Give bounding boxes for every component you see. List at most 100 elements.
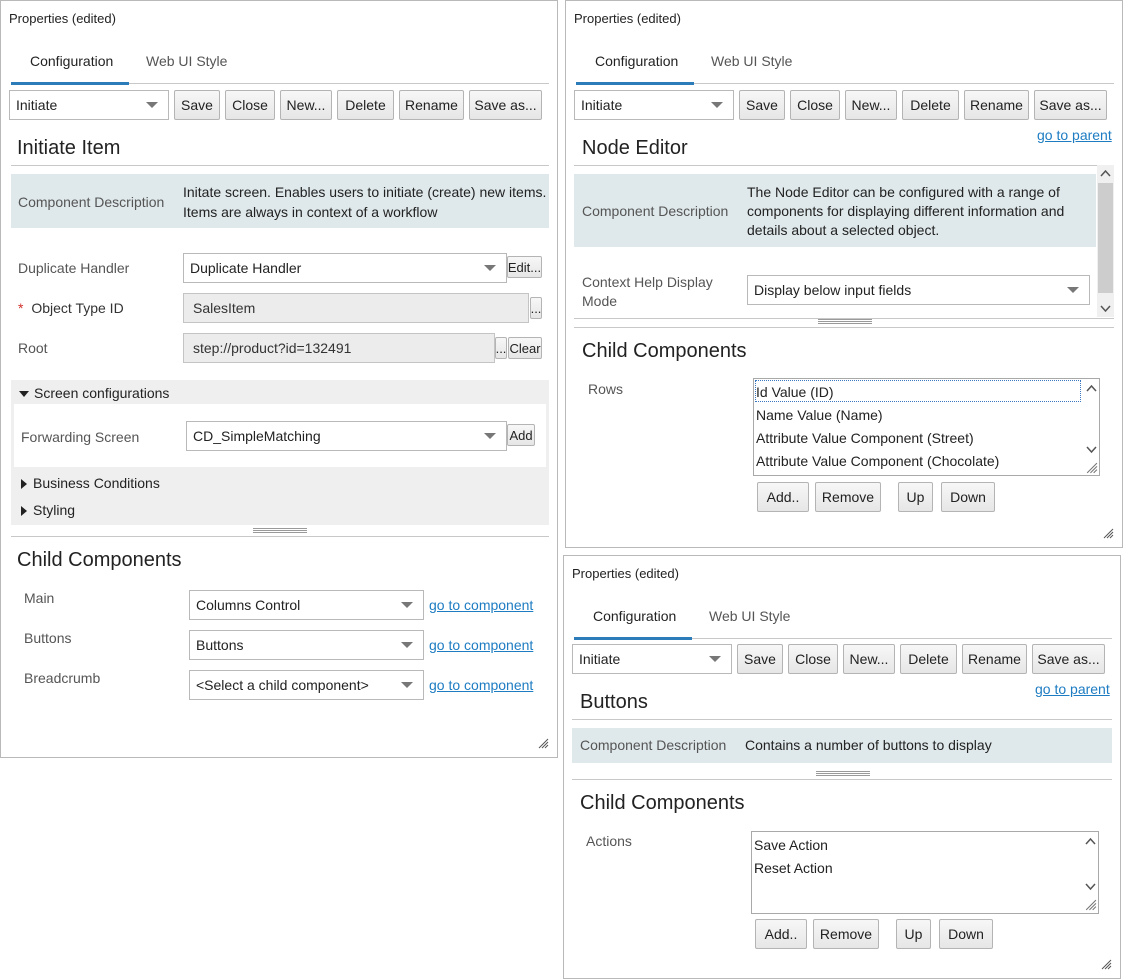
rows-list-scrollbar[interactable]: [1084, 379, 1099, 475]
scroll-down-icon[interactable]: [1100, 305, 1111, 313]
save-as-button[interactable]: Save as...: [469, 90, 542, 120]
styling-label: Styling: [33, 502, 76, 518]
chevron-down-icon: [711, 102, 723, 108]
tab-configuration[interactable]: Configuration: [593, 608, 676, 624]
delete-button[interactable]: Delete: [337, 90, 394, 120]
list-item[interactable]: Name Value (Name): [756, 407, 883, 423]
rename-button[interactable]: Rename: [964, 90, 1029, 120]
root-label: Root: [18, 340, 48, 356]
go-to-component-link-breadcrumb[interactable]: go to component: [429, 677, 533, 693]
save-button[interactable]: Save: [174, 90, 220, 120]
resize-grip-icon[interactable]: [1084, 898, 1097, 911]
root-value: step://product?id=132491: [193, 340, 352, 356]
object-type-id-field[interactable]: SalesItem: [183, 293, 529, 323]
scroll-up-icon[interactable]: [1085, 837, 1096, 845]
close-button[interactable]: Close: [790, 90, 840, 120]
duplicate-handler-select[interactable]: Duplicate Handler: [183, 253, 507, 283]
tab-web-ui-style[interactable]: Web UI Style: [711, 53, 792, 69]
rename-button[interactable]: Rename: [962, 644, 1027, 674]
go-to-component-link-main[interactable]: go to component: [429, 597, 533, 613]
close-button[interactable]: Close: [225, 90, 275, 120]
move-up-button[interactable]: Up: [898, 482, 933, 512]
active-tab-indicator: [11, 82, 129, 85]
chevron-down-icon: [484, 433, 496, 439]
remove-row-button[interactable]: Remove: [815, 482, 881, 512]
business-conditions-toggle[interactable]: Business Conditions: [21, 475, 160, 491]
configuration-select-value: Initiate: [581, 97, 623, 113]
properties-panel-node-editor: Properties (edited) Configuration Web UI…: [565, 0, 1123, 548]
scroll-down-icon[interactable]: [1086, 446, 1097, 454]
root-field[interactable]: step://product?id=132491: [183, 333, 495, 363]
context-help-select[interactable]: Display below input fields: [747, 275, 1090, 305]
chevron-down-icon: [709, 656, 721, 662]
configuration-select[interactable]: Initiate: [574, 90, 734, 120]
description-line-1: The Node Editor can be configured with a…: [747, 184, 1060, 200]
list-item[interactable]: Id Value (ID): [756, 384, 834, 400]
list-item[interactable]: Attribute Value Component (Street): [756, 430, 974, 446]
scroll-down-icon[interactable]: [1085, 883, 1096, 891]
save-as-button[interactable]: Save as...: [1034, 90, 1107, 120]
remove-action-button[interactable]: Remove: [813, 919, 879, 949]
splitter-handle[interactable]: [818, 319, 872, 324]
splitter-handle[interactable]: [816, 771, 870, 776]
properties-panel-initiate-item: Properties (edited) Configuration Web UI…: [0, 0, 558, 758]
rename-button[interactable]: Rename: [399, 90, 464, 120]
delete-button[interactable]: Delete: [900, 644, 957, 674]
move-down-button[interactable]: Down: [939, 919, 993, 949]
resize-grip-icon[interactable]: [1085, 461, 1098, 474]
go-to-component-link-buttons[interactable]: go to component: [429, 637, 533, 653]
add-button[interactable]: Add: [507, 424, 535, 446]
resize-grip-icon[interactable]: [1102, 527, 1114, 539]
child-select-breadcrumb[interactable]: <Select a child component>: [189, 670, 424, 700]
scroll-up-icon[interactable]: [1100, 169, 1111, 177]
go-to-parent-link[interactable]: go to parent: [1037, 127, 1112, 143]
screen-configurations-toggle[interactable]: Screen configurations: [19, 385, 169, 401]
styling-toggle[interactable]: Styling: [21, 502, 75, 518]
object-type-browse-button[interactable]: ...: [530, 297, 542, 319]
list-item[interactable]: Reset Action: [754, 860, 833, 876]
heading-divider: [574, 165, 1114, 166]
new-button[interactable]: New...: [843, 644, 895, 674]
tab-configuration[interactable]: Configuration: [30, 53, 113, 69]
resize-grip-icon[interactable]: [1100, 958, 1112, 970]
tab-bar: Configuration Web UI Style: [576, 45, 1114, 85]
actions-list-scrollbar[interactable]: [1083, 832, 1098, 913]
scroll-up-icon[interactable]: [1086, 384, 1097, 392]
close-button[interactable]: Close: [788, 644, 838, 674]
move-down-button[interactable]: Down: [941, 482, 995, 512]
clear-button[interactable]: Clear: [508, 337, 542, 359]
component-description-box: Component Description Initate screen. En…: [11, 174, 549, 228]
list-item[interactable]: Attribute Value Component (Chocolate): [756, 453, 999, 469]
rows-listbox[interactable]: Id Value (ID) Name Value (Name) Attribut…: [753, 378, 1100, 476]
edit-button[interactable]: Edit...: [507, 256, 542, 278]
configuration-select[interactable]: Initiate: [9, 90, 169, 120]
actions-listbox[interactable]: Save Action Reset Action: [751, 831, 1099, 914]
root-browse-button[interactable]: ...: [495, 337, 507, 359]
list-item[interactable]: Save Action: [754, 837, 828, 853]
forwarding-screen-select[interactable]: CD_SimpleMatching: [186, 421, 507, 451]
child-select-buttons[interactable]: Buttons: [189, 630, 424, 660]
save-as-button[interactable]: Save as...: [1032, 644, 1105, 674]
caret-right-icon: [21, 506, 27, 517]
splitter-handle[interactable]: [253, 528, 307, 533]
configuration-select[interactable]: Initiate: [572, 644, 732, 674]
tab-web-ui-style[interactable]: Web UI Style: [146, 53, 227, 69]
delete-button[interactable]: Delete: [902, 90, 959, 120]
add-row-button[interactable]: Add..: [757, 482, 809, 512]
properties-scrollbar[interactable]: [1097, 165, 1114, 317]
save-button[interactable]: Save: [737, 644, 783, 674]
save-button[interactable]: Save: [739, 90, 785, 120]
new-button[interactable]: New...: [845, 90, 897, 120]
resize-grip-icon[interactable]: [537, 737, 549, 749]
tab-web-ui-style[interactable]: Web UI Style: [709, 608, 790, 624]
child-select-main[interactable]: Columns Control: [189, 590, 424, 620]
forwarding-screen-value: CD_SimpleMatching: [193, 428, 321, 444]
add-action-button[interactable]: Add..: [755, 919, 807, 949]
child-label-main: Main: [24, 590, 55, 606]
new-button[interactable]: New...: [280, 90, 332, 120]
splitter-divider: [574, 327, 1114, 328]
tab-configuration[interactable]: Configuration: [595, 53, 678, 69]
go-to-parent-link[interactable]: go to parent: [1035, 681, 1110, 697]
scrollbar-thumb[interactable]: [1098, 183, 1113, 293]
move-up-button[interactable]: Up: [896, 919, 931, 949]
